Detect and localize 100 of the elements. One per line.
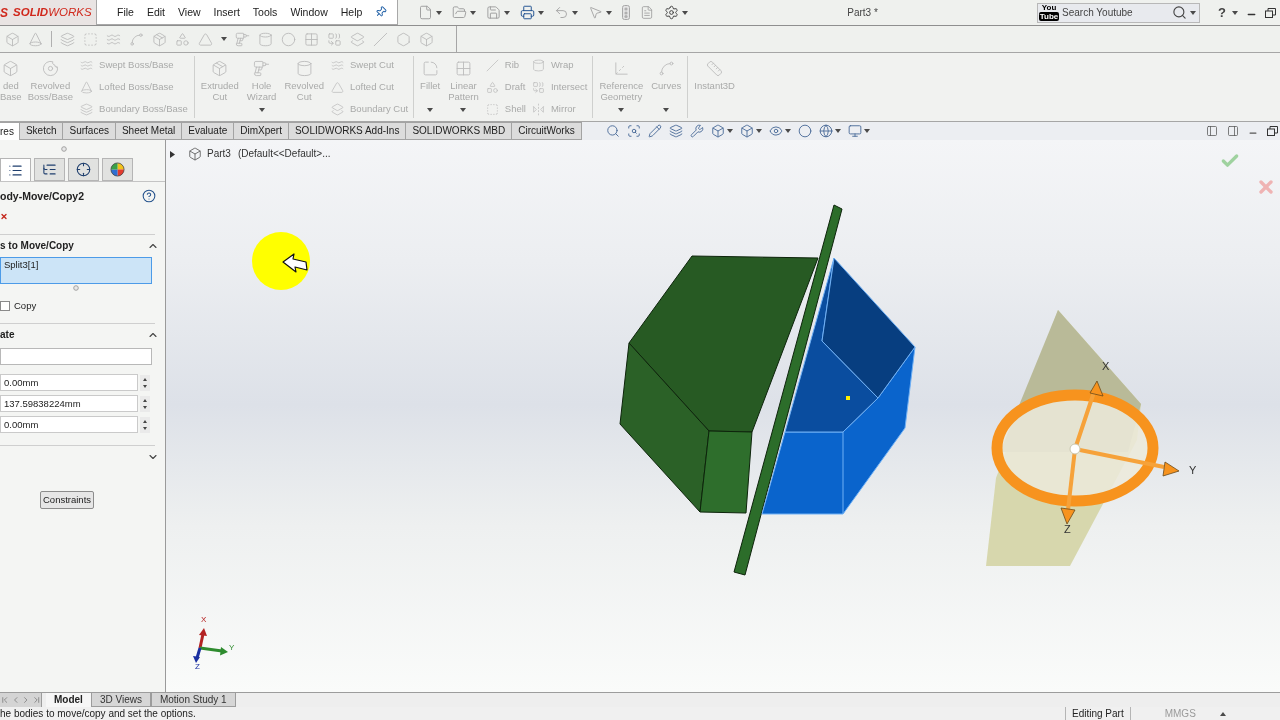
panel-tab[interactable] xyxy=(102,158,133,181)
search-icon[interactable] xyxy=(1172,5,1188,20)
combine-icon xyxy=(531,80,545,94)
spinner-arrows-icon[interactable] xyxy=(140,395,150,412)
traffic-light-icon[interactable] xyxy=(622,5,630,20)
selection-list[interactable]: Split3[1] xyxy=(0,257,152,284)
panel-tab[interactable] xyxy=(34,158,65,181)
caret-icon[interactable] xyxy=(682,10,688,15)
caret-icon[interactable] xyxy=(784,129,791,133)
color-wheel-icon xyxy=(110,162,125,177)
caret-icon[interactable] xyxy=(1190,10,1197,15)
tab[interactable]: 3D Views xyxy=(90,693,151,707)
circle-icon[interactable] xyxy=(797,124,812,138)
tab[interactable]: Sheet Metal xyxy=(115,122,183,140)
caret-icon[interactable] xyxy=(221,37,227,41)
tab[interactable]: Model xyxy=(46,693,91,707)
drill-icon xyxy=(253,60,271,77)
cube-icon[interactable] xyxy=(710,124,725,138)
expand-arrow-icon[interactable] xyxy=(170,150,176,158)
tab[interactable]: SOLIDWORKS Add-Ins xyxy=(288,122,407,140)
caret-icon[interactable] xyxy=(834,129,841,133)
panel-left-icon[interactable] xyxy=(1206,125,1218,137)
tab[interactable]: Evaluate xyxy=(182,122,235,140)
tab[interactable]: res xyxy=(0,122,20,140)
number-field[interactable]: 137.59838224mm xyxy=(0,395,138,412)
rounded-corner-icon xyxy=(421,60,439,77)
dashed-square-icon xyxy=(485,102,499,116)
last-icon[interactable] xyxy=(31,695,41,705)
search-field[interactable]: Search Youtube xyxy=(1062,3,1173,22)
caret-icon[interactable] xyxy=(470,10,476,15)
panel-tab[interactable] xyxy=(0,158,31,181)
spinner-arrows-icon[interactable] xyxy=(140,374,150,391)
caret-icon[interactable] xyxy=(436,10,442,15)
input-field[interactable] xyxy=(0,348,152,365)
axis-label: Y xyxy=(1189,465,1197,476)
caret-icon[interactable] xyxy=(572,10,578,15)
layers-icon[interactable] xyxy=(668,124,683,138)
caret-icon[interactable] xyxy=(1232,10,1238,15)
wrench-icon[interactable] xyxy=(689,124,704,138)
waves-icon xyxy=(80,58,94,72)
cube-icon[interactable] xyxy=(739,124,754,138)
tab[interactable]: Surfaces xyxy=(63,122,116,140)
caret-icon[interactable] xyxy=(755,129,762,133)
help-icon[interactable] xyxy=(142,189,156,203)
printer-icon[interactable] xyxy=(520,5,535,20)
panel-tab[interactable] xyxy=(68,158,99,181)
number-field[interactable]: 0.00mm xyxy=(0,374,138,391)
shapes-icon xyxy=(485,80,499,94)
cylinder-icon xyxy=(295,60,313,77)
globe-icon[interactable] xyxy=(818,124,833,138)
axis-label: X xyxy=(1102,361,1110,372)
caret-icon[interactable] xyxy=(606,10,612,15)
tab[interactable]: DimXpert xyxy=(234,122,289,140)
layers-icon xyxy=(80,102,94,116)
status-mode: Editing Part xyxy=(1065,707,1131,720)
search-icon[interactable] xyxy=(605,124,620,138)
panel-right-icon[interactable] xyxy=(1227,125,1239,137)
pencil-icon[interactable] xyxy=(647,124,662,138)
menu-item[interactable]: View xyxy=(178,6,201,18)
restore-icon[interactable] xyxy=(1265,7,1276,18)
caret-icon[interactable] xyxy=(863,129,870,133)
menu-item[interactable]: Insert xyxy=(213,6,240,18)
tab[interactable]: Sketch xyxy=(19,122,64,140)
spinner-arrows-icon[interactable] xyxy=(140,416,150,433)
tab[interactable]: CircuitWorks xyxy=(512,122,582,140)
tab[interactable]: Motion Study 1 xyxy=(150,693,236,707)
caret-icon[interactable] xyxy=(726,129,733,133)
help-button[interactable]: ? xyxy=(1218,6,1226,19)
grip-dot-icon[interactable] xyxy=(60,146,67,152)
grip-dot-icon[interactable] xyxy=(73,285,79,291)
status-message: he bodies to move/copy and set the options. xyxy=(0,708,197,719)
box-icon xyxy=(2,60,20,77)
close-icon[interactable] xyxy=(0,212,8,221)
menu-item[interactable]: Tools xyxy=(252,6,278,18)
scan-search-icon[interactable] xyxy=(626,124,641,138)
tab[interactable]: SOLIDWORKS MBD xyxy=(406,122,513,140)
list-icon xyxy=(8,162,23,178)
caret-icon[interactable] xyxy=(504,10,510,15)
eye-icon[interactable] xyxy=(768,124,783,138)
tree-item[interactable]: Part3 xyxy=(207,149,231,159)
caret-icon[interactable] xyxy=(538,10,544,15)
cube-icon xyxy=(188,147,202,161)
donut-icon xyxy=(41,60,59,77)
section-title: s to Move/Copy xyxy=(0,241,74,251)
logo-text: SOLIDWORKS xyxy=(13,6,92,19)
cursor-highlight-icon xyxy=(252,232,311,291)
axis-label: Y xyxy=(229,644,235,652)
menu-item[interactable]: Edit xyxy=(146,6,165,18)
menu-item[interactable]: Help xyxy=(340,6,363,18)
cone-icon xyxy=(80,80,94,94)
constraints-button[interactable]: Constraints xyxy=(40,491,95,509)
settings-icon[interactable] xyxy=(664,5,679,20)
caret-icon[interactable] xyxy=(1219,711,1226,716)
checkbox-label: Copy xyxy=(14,301,37,311)
menu-item[interactable]: Window xyxy=(290,6,328,18)
restore-icon[interactable] xyxy=(1267,126,1278,136)
menu-item[interactable]: File xyxy=(117,6,134,18)
checkbox[interactable] xyxy=(0,301,10,311)
number-field[interactable]: 0.00mm xyxy=(0,416,138,433)
layers-icon xyxy=(331,102,344,116)
